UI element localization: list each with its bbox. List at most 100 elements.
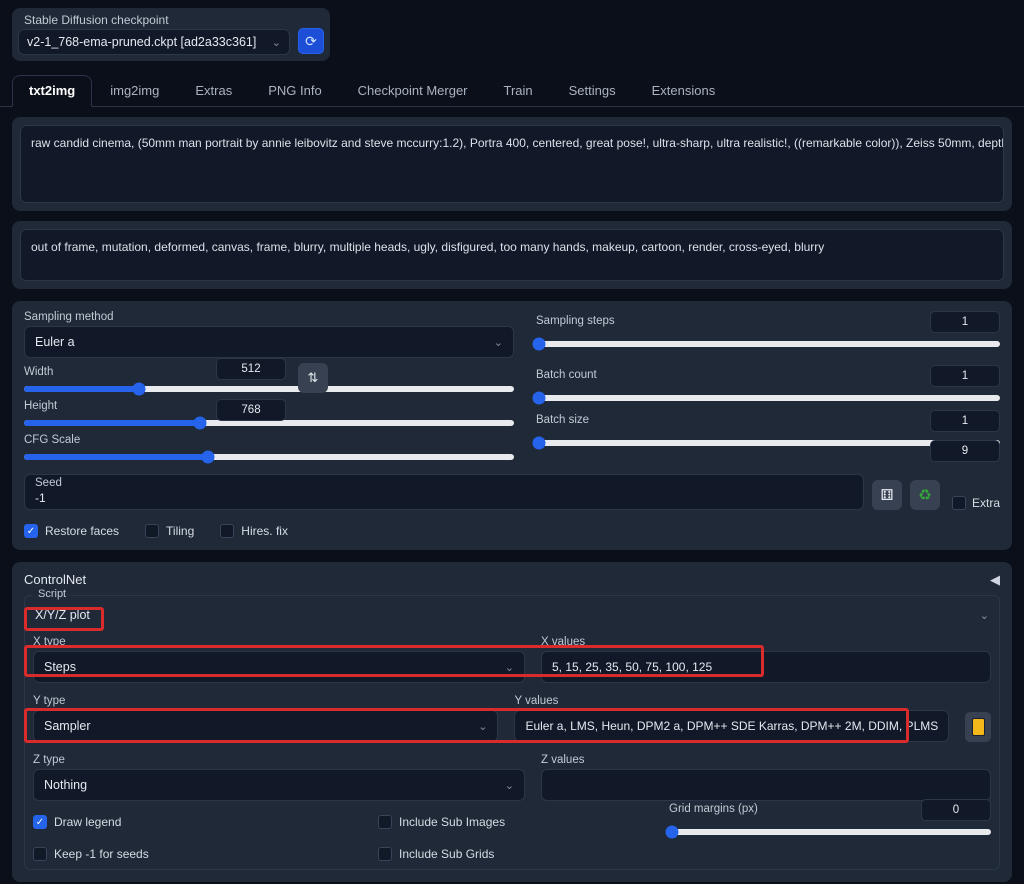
seed-input[interactable]: Seed -1 [24, 474, 864, 510]
include-sub-images-label: Include Sub Images [399, 815, 505, 829]
batch-size-value[interactable]: 1 [930, 410, 1000, 432]
sampling-method-select[interactable]: Euler a ⌄ [24, 326, 514, 358]
cfg-scale-label: CFG Scale [24, 434, 514, 446]
seed-row: Seed -1 ⚅ ♻ Extra [24, 474, 1000, 510]
width-value[interactable]: 512 [216, 358, 286, 380]
tab-png-info[interactable]: PNG Info [250, 76, 339, 106]
script-checkbox-col-2: Include Sub Images Include Sub Grids [378, 815, 678, 861]
y-type-select[interactable]: Sampler ⌄ [33, 710, 498, 742]
fill-values-button[interactable] [965, 712, 991, 742]
chevron-down-icon: ⌄ [478, 720, 487, 733]
checkpoint-bar: Stable Diffusion checkpoint v2-1_768-ema… [0, 0, 1024, 61]
script-selected-value: X/Y/Z plot [35, 608, 90, 622]
z-type-value: Nothing [44, 778, 87, 792]
hires-fix-label: Hires. fix [241, 524, 288, 538]
checkpoint-select[interactable]: v2-1_768-ema-pruned.ckpt [ad2a33c361] ⌄ [18, 29, 290, 55]
batch-size-label: Batch size [536, 414, 589, 426]
z-type-label: Z type [33, 754, 525, 766]
draw-legend-checkbox-row[interactable]: ✓ Draw legend [33, 815, 378, 829]
script-select[interactable]: X/Y/Z plot ⌄ [33, 600, 991, 630]
settings-right-column: Sampling steps 1 512 768 ⇅ Batch count 1 [536, 311, 1000, 460]
z-values-group: Z values [541, 754, 991, 801]
include-sub-images-checkbox[interactable] [378, 815, 392, 829]
sampling-steps-slider[interactable] [536, 341, 1000, 347]
negative-prompt-panel: out of frame, mutation, deformed, canvas… [12, 221, 1012, 289]
restore-faces-checkbox-row[interactable]: ✓ Restore faces [24, 524, 119, 538]
tab-settings[interactable]: Settings [551, 76, 634, 106]
negative-prompt-input[interactable]: out of frame, mutation, deformed, canvas… [20, 229, 1004, 281]
batch-count-label: Batch count [536, 369, 597, 381]
dice-icon[interactable]: ⚅ [872, 480, 902, 510]
include-sub-grids-checkbox[interactable] [378, 847, 392, 861]
width-slider[interactable] [24, 386, 514, 392]
y-type-group: Y type Sampler ⌄ [33, 695, 498, 742]
collapse-left-icon[interactable]: ◀ [990, 572, 1000, 588]
cfg-scale-value[interactable]: 9 [930, 440, 1000, 462]
sampling-method-label: Sampling method [24, 311, 514, 323]
y-type-value: Sampler [44, 719, 91, 733]
x-values-group: X values 5, 15, 25, 35, 50, 75, 100, 125 [541, 636, 991, 683]
y-values-input[interactable]: Euler a, LMS, Heun, DPM2 a, DPM++ SDE Ka… [514, 710, 949, 742]
tiling-checkbox[interactable] [145, 524, 159, 538]
tab-txt2img[interactable]: txt2img [12, 75, 92, 107]
chevron-down-icon: ⌄ [272, 36, 281, 49]
grid-margins-label: Grid margins (px) [669, 803, 758, 815]
sampling-steps-value[interactable]: 1 [930, 311, 1000, 333]
include-sub-images-checkbox-row[interactable]: Include Sub Images [378, 815, 678, 829]
draw-legend-checkbox[interactable]: ✓ [33, 815, 47, 829]
tab-train[interactable]: Train [486, 76, 551, 106]
extra-checkbox-group[interactable]: Extra [952, 496, 1000, 510]
chevron-down-icon: ⌄ [494, 336, 503, 349]
y-values-label: Y values [514, 695, 949, 707]
grid-margins-value[interactable]: 0 [921, 799, 991, 821]
z-type-select[interactable]: Nothing ⌄ [33, 769, 525, 801]
hires-fix-checkbox-row[interactable]: Hires. fix [220, 524, 288, 538]
main-tab-bar: txt2img img2img Extras PNG Info Checkpoi… [0, 75, 1024, 107]
controlnet-title: ControlNet [24, 572, 1000, 587]
chevron-down-icon: ⌄ [505, 779, 514, 792]
y-type-label: Y type [33, 695, 498, 707]
refresh-icon[interactable]: ⟳ [298, 28, 324, 54]
prompt-input[interactable]: raw candid cinema, (50mm man portrait by… [20, 125, 1004, 203]
tiling-checkbox-row[interactable]: Tiling [145, 524, 194, 538]
settings-checkbox-row: ✓ Restore faces Tiling Hires. fix [24, 524, 1000, 538]
script-bottom-row: ✓ Draw legend Keep -1 for seeds Include … [33, 815, 991, 861]
x-type-value: Steps [44, 660, 76, 674]
grid-margins-slider[interactable] [669, 829, 991, 835]
z-values-input[interactable] [541, 769, 991, 801]
x-type-select[interactable]: Steps ⌄ [33, 651, 525, 683]
x-values-input[interactable]: 5, 15, 25, 35, 50, 75, 100, 125 [541, 651, 991, 683]
recycle-glyph: ♻ [918, 486, 931, 504]
hires-fix-checkbox[interactable] [220, 524, 234, 538]
recycle-icon[interactable]: ♻ [910, 480, 940, 510]
cfg-scale-slider[interactable] [24, 454, 514, 460]
tab-img2img[interactable]: img2img [92, 76, 177, 106]
height-value[interactable]: 768 [216, 399, 286, 421]
prompt-panel: raw candid cinema, (50mm man portrait by… [12, 117, 1012, 211]
keep-seeds-checkbox[interactable] [33, 847, 47, 861]
script-checkbox-col-1: ✓ Draw legend Keep -1 for seeds [33, 815, 378, 861]
chevron-down-icon: ⌄ [980, 609, 989, 622]
script-legend: Script [33, 588, 71, 600]
chevron-down-icon: ⌄ [505, 661, 514, 674]
extra-label: Extra [972, 496, 1000, 510]
controlnet-panel: ControlNet ◀ Script X/Y/Z plot ⌄ X type … [12, 562, 1012, 882]
tab-checkpoint-merger[interactable]: Checkpoint Merger [340, 76, 486, 106]
z-row: Z type Nothing ⌄ Z values [33, 754, 991, 801]
batch-count-value[interactable]: 1 [930, 365, 1000, 387]
sampling-steps-row: Sampling steps 1 [536, 311, 1000, 347]
y-row: Y type Sampler ⌄ Y values Euler a, LMS, … [33, 695, 991, 742]
batch-count-slider[interactable] [536, 395, 1000, 401]
tab-extensions[interactable]: Extensions [634, 76, 734, 106]
seed-label: Seed [35, 477, 853, 490]
swap-dimensions-button[interactable]: ⇅ [298, 363, 328, 393]
x-type-group: X type Steps ⌄ [33, 636, 525, 683]
restore-faces-checkbox[interactable]: ✓ [24, 524, 38, 538]
grid-margins-group: Grid margins (px) 0 [669, 799, 991, 835]
extra-checkbox[interactable] [952, 496, 966, 510]
batch-count-row: Batch count 1 [536, 365, 1000, 401]
keep-seeds-checkbox-row[interactable]: Keep -1 for seeds [33, 847, 378, 861]
include-sub-grids-checkbox-row[interactable]: Include Sub Grids [378, 847, 678, 861]
script-fieldset: Script X/Y/Z plot ⌄ X type Steps ⌄ X val… [24, 595, 1000, 870]
tab-extras[interactable]: Extras [177, 76, 250, 106]
